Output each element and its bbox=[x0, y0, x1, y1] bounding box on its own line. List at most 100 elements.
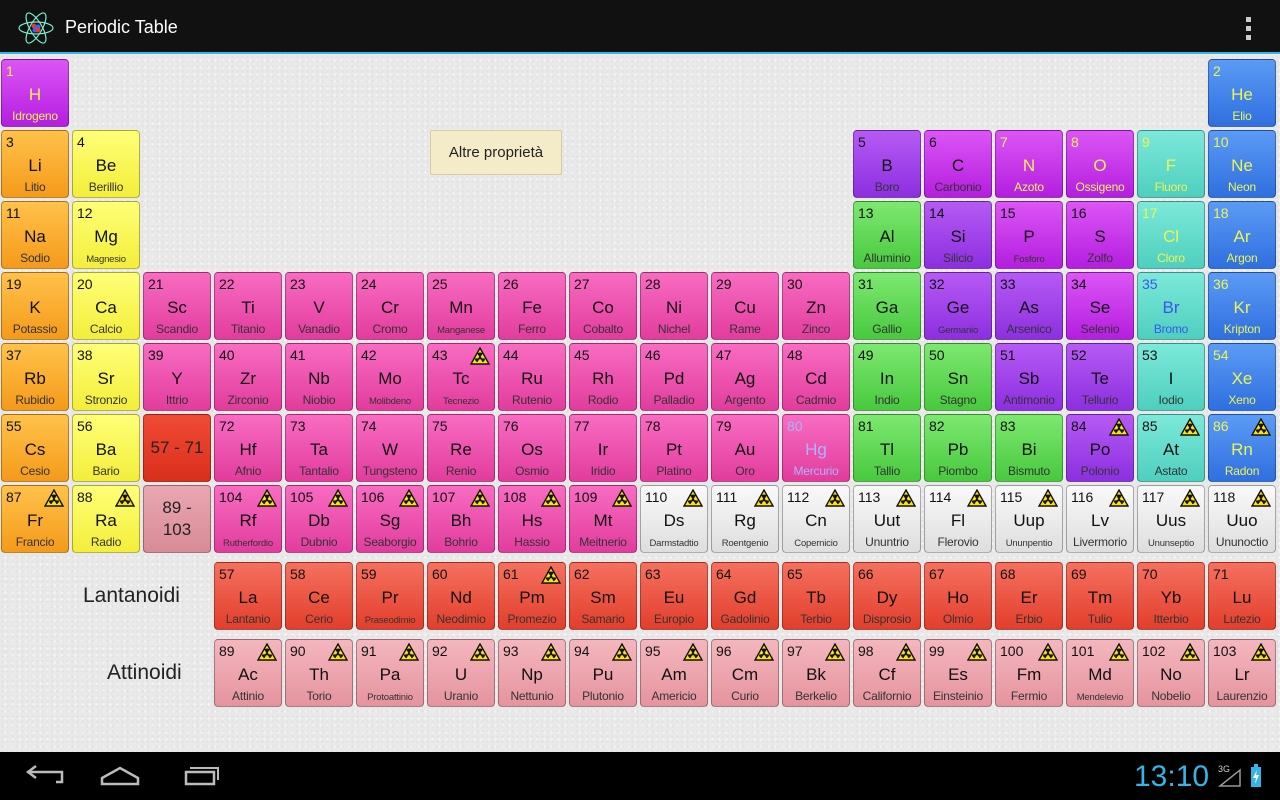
element-pa[interactable]: 91 Pa Protoattinio bbox=[356, 639, 424, 707]
element-ce[interactable]: 58 Ce Cerio bbox=[285, 562, 353, 630]
element-uup[interactable]: 115 Uup Ununpentio bbox=[995, 485, 1063, 553]
element-na[interactable]: 11 Na Sodio bbox=[1, 201, 69, 269]
element-cm[interactable]: 96 Cm Curio bbox=[711, 639, 779, 707]
element-hf[interactable]: 72 Hf Afnio bbox=[214, 414, 282, 482]
element-sr[interactable]: 38 Sr Stronzio bbox=[72, 343, 140, 411]
element-hs[interactable]: 108 Hs Hassio bbox=[498, 485, 566, 553]
element-tl[interactable]: 81 Tl Tallio bbox=[853, 414, 921, 482]
element-f[interactable]: 9 F Fluoro bbox=[1137, 130, 1205, 198]
lanthanides-group-cell[interactable]: 57 - 71 bbox=[143, 414, 211, 482]
element-fe[interactable]: 26 Fe Ferro bbox=[498, 272, 566, 340]
element-cf[interactable]: 98 Cf Californio bbox=[853, 639, 921, 707]
element-o[interactable]: 8 O Ossigeno bbox=[1066, 130, 1134, 198]
element-pr[interactable]: 59 Pr Praseodimio bbox=[356, 562, 424, 630]
element-rh[interactable]: 45 Rh Rodio bbox=[569, 343, 637, 411]
element-c[interactable]: 6 C Carbonio bbox=[924, 130, 992, 198]
element-he[interactable]: 2 He Elio bbox=[1208, 59, 1276, 127]
element-ta[interactable]: 73 Ta Tantalio bbox=[285, 414, 353, 482]
element-uut[interactable]: 113 Uut Ununtrio bbox=[853, 485, 921, 553]
element-db[interactable]: 105 Db Dubnio bbox=[285, 485, 353, 553]
element-rb[interactable]: 37 Rb Rubidio bbox=[1, 343, 69, 411]
element-xe[interactable]: 54 Xe Xeno bbox=[1208, 343, 1276, 411]
element-gd[interactable]: 64 Gd Gadolinio bbox=[711, 562, 779, 630]
element-i[interactable]: 53 I Iodio bbox=[1137, 343, 1205, 411]
element-as[interactable]: 33 As Arsenico bbox=[995, 272, 1063, 340]
element-zn[interactable]: 30 Zn Zinco bbox=[782, 272, 850, 340]
element-ag[interactable]: 47 Ag Argento bbox=[711, 343, 779, 411]
element-co[interactable]: 27 Co Cobalto bbox=[569, 272, 637, 340]
element-in[interactable]: 49 In Indio bbox=[853, 343, 921, 411]
element-es[interactable]: 99 Es Einsteinio bbox=[924, 639, 992, 707]
element-at[interactable]: 85 At Astato bbox=[1137, 414, 1205, 482]
overflow-menu-icon[interactable] bbox=[1236, 14, 1260, 42]
element-u[interactable]: 92 U Uranio bbox=[427, 639, 495, 707]
element-th[interactable]: 90 Th Torio bbox=[285, 639, 353, 707]
element-sm[interactable]: 62 Sm Samario bbox=[569, 562, 637, 630]
back-icon[interactable] bbox=[10, 760, 70, 792]
element-ba[interactable]: 56 Ba Bario bbox=[72, 414, 140, 482]
element-nd[interactable]: 60 Nd Neodimio bbox=[427, 562, 495, 630]
element-k[interactable]: 19 K Potassio bbox=[1, 272, 69, 340]
element-fr[interactable]: 87 Fr Francio bbox=[1, 485, 69, 553]
element-dy[interactable]: 66 Dy Disprosio bbox=[853, 562, 921, 630]
element-ga[interactable]: 31 Ga Gallio bbox=[853, 272, 921, 340]
element-ds[interactable]: 110 Ds Darmstadtio bbox=[640, 485, 708, 553]
element-br[interactable]: 35 Br Bromo bbox=[1137, 272, 1205, 340]
element-ni[interactable]: 28 Ni Nichel bbox=[640, 272, 708, 340]
element-mt[interactable]: 109 Mt Meitnerio bbox=[569, 485, 637, 553]
element-fl[interactable]: 114 Fl Flerovio bbox=[924, 485, 992, 553]
element-tc[interactable]: 43 Tc Tecnezio bbox=[427, 343, 495, 411]
element-pu[interactable]: 94 Pu Plutonio bbox=[569, 639, 637, 707]
element-yb[interactable]: 70 Yb Itterbio bbox=[1137, 562, 1205, 630]
element-bi[interactable]: 83 Bi Bismuto bbox=[995, 414, 1063, 482]
element-ca[interactable]: 20 Ca Calcio bbox=[72, 272, 140, 340]
element-cu[interactable]: 29 Cu Rame bbox=[711, 272, 779, 340]
element-eu[interactable]: 63 Eu Europio bbox=[640, 562, 708, 630]
element-y[interactable]: 39 Y Ittrio bbox=[143, 343, 211, 411]
element-md[interactable]: 101 Md Mendelevio bbox=[1066, 639, 1134, 707]
element-tb[interactable]: 65 Tb Terbio bbox=[782, 562, 850, 630]
element-h[interactable]: 1 H Idrogeno bbox=[1, 59, 69, 127]
element-mg[interactable]: 12 Mg Magnesio bbox=[72, 201, 140, 269]
atom-icon[interactable] bbox=[16, 8, 56, 48]
element-uuo[interactable]: 118 Uuo Ununoctio bbox=[1208, 485, 1276, 553]
element-au[interactable]: 79 Au Oro bbox=[711, 414, 779, 482]
element-zr[interactable]: 40 Zr Zirconio bbox=[214, 343, 282, 411]
element-sg[interactable]: 106 Sg Seaborgio bbox=[356, 485, 424, 553]
element-lv[interactable]: 116 Lv Livermorio bbox=[1066, 485, 1134, 553]
element-ti[interactable]: 22 Ti Titanio bbox=[214, 272, 282, 340]
element-lr[interactable]: 103 Lr Laurenzio bbox=[1208, 639, 1276, 707]
element-ne[interactable]: 10 Ne Neon bbox=[1208, 130, 1276, 198]
more-properties-button[interactable]: Altre proprietà bbox=[430, 130, 562, 175]
element-hg[interactable]: 80 Hg Mercurio bbox=[782, 414, 850, 482]
element-ac[interactable]: 89 Ac Attinio bbox=[214, 639, 282, 707]
element-sb[interactable]: 51 Sb Antimonio bbox=[995, 343, 1063, 411]
element-po[interactable]: 84 Po Polonio bbox=[1066, 414, 1134, 482]
element-cl[interactable]: 17 Cl Cloro bbox=[1137, 201, 1205, 269]
element-re[interactable]: 75 Re Renio bbox=[427, 414, 495, 482]
element-pt[interactable]: 78 Pt Platino bbox=[640, 414, 708, 482]
element-uus[interactable]: 117 Uus Ununseptio bbox=[1137, 485, 1205, 553]
element-mo[interactable]: 42 Mo Molibdeno bbox=[356, 343, 424, 411]
element-bk[interactable]: 97 Bk Berkelio bbox=[782, 639, 850, 707]
element-lu[interactable]: 71 Lu Lutezio bbox=[1208, 562, 1276, 630]
element-s[interactable]: 16 S Zolfo bbox=[1066, 201, 1134, 269]
element-n[interactable]: 7 N Azoto bbox=[995, 130, 1063, 198]
element-ra[interactable]: 88 Ra Radio bbox=[72, 485, 140, 553]
element-rf[interactable]: 104 Rf Rutherfordio bbox=[214, 485, 282, 553]
element-ge[interactable]: 32 Ge Germanio bbox=[924, 272, 992, 340]
element-tm[interactable]: 69 Tm Tulio bbox=[1066, 562, 1134, 630]
element-fm[interactable]: 100 Fm Fermio bbox=[995, 639, 1063, 707]
element-no[interactable]: 102 No Nobelio bbox=[1137, 639, 1205, 707]
element-v[interactable]: 23 V Vanadio bbox=[285, 272, 353, 340]
element-cd[interactable]: 48 Cd Cadmio bbox=[782, 343, 850, 411]
element-pd[interactable]: 46 Pd Palladio bbox=[640, 343, 708, 411]
element-cn[interactable]: 112 Cn Copernicio bbox=[782, 485, 850, 553]
element-p[interactable]: 15 P Fosforo bbox=[995, 201, 1063, 269]
home-icon[interactable] bbox=[90, 760, 150, 792]
element-b[interactable]: 5 B Boro bbox=[853, 130, 921, 198]
element-si[interactable]: 14 Si Silicio bbox=[924, 201, 992, 269]
element-cs[interactable]: 55 Cs Cesio bbox=[1, 414, 69, 482]
element-ru[interactable]: 44 Ru Rutenio bbox=[498, 343, 566, 411]
element-mn[interactable]: 25 Mn Manganese bbox=[427, 272, 495, 340]
